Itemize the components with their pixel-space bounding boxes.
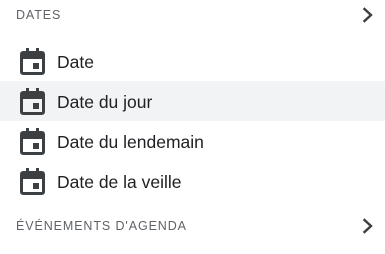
chevron-right-icon[interactable]: [361, 7, 375, 23]
variables-panel: DATES Date Date du jour Date du lendemai…: [0, 0, 385, 254]
calendar-event-icon: [20, 128, 45, 155]
list-item-label: Date du jour: [57, 92, 153, 112]
list-item-date-du-jour[interactable]: Date du jour: [0, 81, 385, 121]
list-item-date-de-la-veille[interactable]: Date de la veille: [0, 161, 385, 201]
section-title-calendar-events: ÉVÉNEMENTS D'AGENDA: [16, 219, 187, 233]
calendar-event-icon: [20, 48, 45, 75]
list-item-label: Date de la veille: [57, 172, 182, 192]
list-item-label: Date: [57, 52, 94, 72]
section-header-dates[interactable]: DATES: [0, 0, 385, 30]
section-title-dates: DATES: [16, 8, 62, 22]
list-item-date[interactable]: Date: [0, 41, 385, 81]
list-item-date-du-lendemain[interactable]: Date du lendemain: [0, 121, 385, 161]
calendar-event-icon: [20, 168, 45, 195]
list-item-label: Date du lendemain: [57, 132, 204, 152]
calendar-event-icon: [20, 88, 45, 115]
dates-list: Date Date du jour Date du lendemain Date…: [0, 41, 385, 201]
chevron-right-icon[interactable]: [361, 218, 375, 234]
section-header-calendar-events[interactable]: ÉVÉNEMENTS D'AGENDA: [0, 211, 385, 241]
